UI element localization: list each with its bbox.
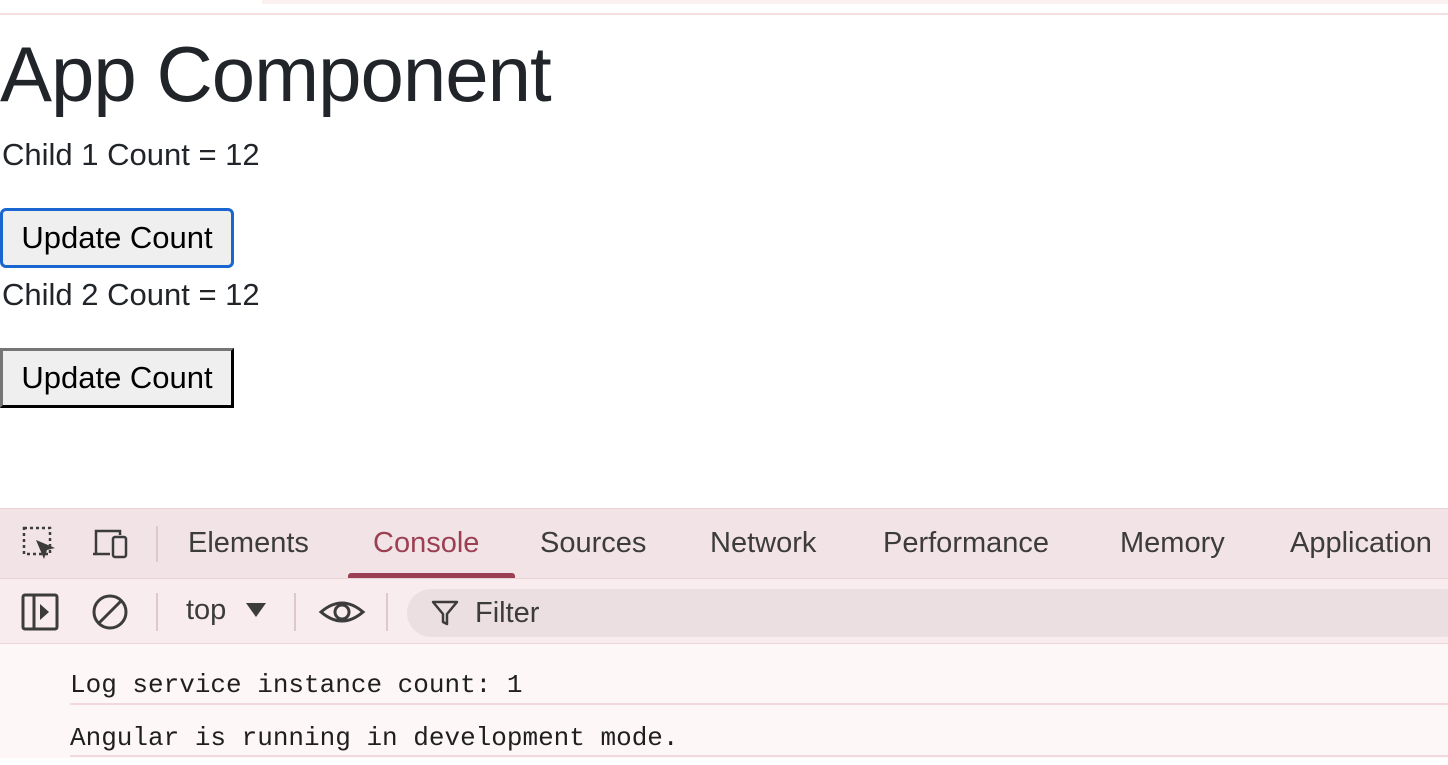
tab-sources[interactable]: Sources bbox=[540, 529, 646, 558]
context-selector[interactable]: top bbox=[186, 596, 226, 625]
top-tint bbox=[262, 0, 1448, 4]
tab-console[interactable]: Console bbox=[373, 529, 479, 558]
toolbar-separator bbox=[294, 593, 296, 631]
clear-console-icon[interactable] bbox=[90, 592, 130, 632]
browser-top-strip bbox=[0, 0, 1448, 15]
console-message: Log service instance count: 1 bbox=[70, 670, 523, 700]
log-separator bbox=[70, 703, 1448, 705]
console-message: Angular is running in development mode. bbox=[70, 723, 679, 753]
child-1-count-label: Child 1 Count = 12 bbox=[2, 137, 260, 172]
tab-application[interactable]: Application bbox=[1290, 529, 1432, 558]
toolbar-separator bbox=[386, 593, 388, 631]
device-toolbar-icon[interactable] bbox=[92, 526, 128, 562]
tab-network[interactable]: Network bbox=[710, 529, 816, 558]
child-1-update-count-button[interactable]: Update Count bbox=[0, 208, 234, 268]
filter-input[interactable] bbox=[475, 593, 1375, 633]
tab-performance[interactable]: Performance bbox=[883, 529, 1049, 558]
filter-icon bbox=[431, 600, 459, 626]
filter-box[interactable] bbox=[407, 589, 1448, 637]
devtools-tab-bar: Elements Console Sources Network Perform… bbox=[0, 508, 1448, 579]
tab-bar-separator bbox=[156, 526, 158, 562]
inspect-element-icon[interactable] bbox=[22, 526, 58, 562]
app-area: App Component Child 1 Count = 12 Update … bbox=[0, 15, 1448, 508]
tab-elements[interactable]: Elements bbox=[188, 529, 309, 558]
sidebar-toggle-icon[interactable] bbox=[20, 592, 60, 632]
context-dropdown-arrow-icon[interactable] bbox=[246, 603, 266, 617]
live-expression-eye-icon[interactable] bbox=[318, 592, 366, 632]
log-separator bbox=[70, 755, 1448, 757]
console-log-row: Angular is running in development mode. bbox=[0, 713, 1448, 765]
toolbar-separator bbox=[156, 593, 158, 631]
console-toolbar: top bbox=[0, 578, 1448, 644]
child-2-update-count-button[interactable]: Update Count bbox=[0, 348, 234, 408]
devtools-panel: Elements Console Sources Network Perform… bbox=[0, 508, 1448, 758]
tab-memory[interactable]: Memory bbox=[1120, 529, 1225, 558]
page-title: App Component bbox=[0, 30, 552, 118]
child-2-count-label: Child 2 Count = 12 bbox=[2, 277, 260, 312]
